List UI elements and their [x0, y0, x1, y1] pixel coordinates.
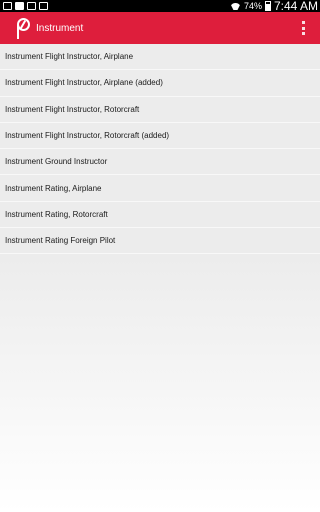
- list-item[interactable]: Instrument Ground Instructor: [0, 149, 320, 176]
- list-item[interactable]: Instrument Flight Instructor, Rotorcraft: [0, 97, 320, 123]
- status-bar: 74% 7:44 AM: [0, 0, 320, 12]
- clock: 7:44 AM: [273, 0, 318, 13]
- rating-list: Instrument Flight Instructor, Airplane I…: [0, 44, 320, 255]
- battery-icon: [264, 1, 271, 11]
- list-item[interactable]: Instrument Rating Foreign Pilot: [0, 228, 320, 255]
- content-area: Instrument Flight Instructor, Airplane I…: [0, 44, 320, 512]
- mail-icon: [27, 2, 36, 10]
- notification-icon: [3, 2, 12, 10]
- list-item-label: Instrument Rating, Airplane: [5, 183, 102, 193]
- list-item-label: Instrument Flight Instructor, Rotorcraft…: [5, 131, 170, 141]
- page-title: Instrument: [36, 22, 84, 34]
- wifi-icon: [230, 2, 241, 10]
- bag-icon: [39, 2, 48, 10]
- status-icons-right: 74% 7:44 AM: [230, 0, 318, 12]
- list-item[interactable]: Instrument Flight Instructor, Airplane: [0, 44, 320, 71]
- image-icon: [15, 2, 24, 10]
- list-item-label: Instrument Flight Instructor, Rotorcraft: [5, 104, 140, 114]
- app-bar: Instrument: [0, 12, 320, 44]
- list-item-label: Instrument Rating Foreign Pilot: [5, 236, 116, 246]
- list-item-label: Instrument Rating, Rotorcraft: [5, 209, 108, 219]
- list-item-label: Instrument Ground Instructor: [5, 157, 108, 167]
- list-item-label: Instrument Flight Instructor, Airplane (…: [5, 78, 163, 88]
- list-item-label: Instrument Flight Instructor, Airplane: [5, 52, 134, 62]
- battery-percent: 74%: [243, 1, 262, 11]
- list-item[interactable]: Instrument Rating, Airplane: [0, 175, 320, 202]
- overflow-menu-icon[interactable]: [300, 21, 306, 35]
- list-item[interactable]: Instrument Rating, Rotorcraft: [0, 202, 320, 229]
- app-logo-icon[interactable]: [17, 17, 31, 39]
- list-item[interactable]: Instrument Flight Instructor, Rotorcraft…: [0, 123, 320, 150]
- status-icons-left: [3, 2, 48, 10]
- list-item[interactable]: Instrument Flight Instructor, Airplane (…: [0, 70, 320, 97]
